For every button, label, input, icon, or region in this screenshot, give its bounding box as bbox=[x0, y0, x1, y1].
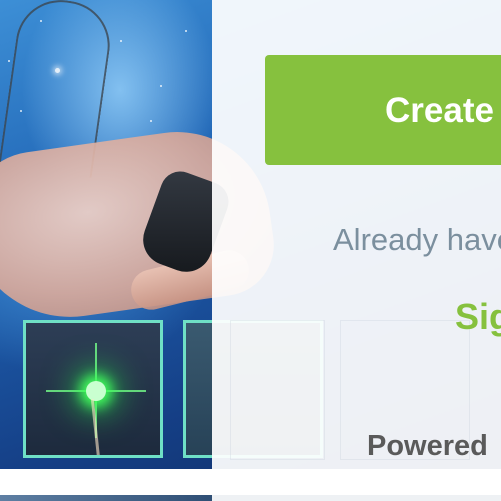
star bbox=[40, 20, 42, 22]
bottom-panel-edge bbox=[212, 495, 501, 501]
panel-thumbnail-ghost bbox=[230, 320, 325, 460]
create-button-label: Create bbox=[385, 91, 494, 130]
create-account-button[interactable]: Create bbox=[265, 55, 501, 165]
star bbox=[185, 30, 187, 32]
bottom-strip bbox=[0, 469, 501, 501]
already-have-account-text: Already have bbox=[333, 222, 501, 257]
star bbox=[120, 40, 122, 42]
thumbnail-green-light[interactable] bbox=[23, 320, 163, 458]
bottom-image-edge bbox=[0, 495, 212, 501]
star bbox=[8, 60, 10, 62]
star bbox=[20, 110, 22, 112]
page: Create Already have Sig Powered bbox=[0, 0, 501, 501]
star bbox=[55, 68, 60, 73]
star bbox=[160, 85, 162, 87]
sign-in-link[interactable]: Sig bbox=[455, 296, 501, 338]
powered-by-text: Powered bbox=[367, 430, 488, 462]
star bbox=[150, 120, 152, 122]
green-light-icon bbox=[86, 381, 106, 401]
